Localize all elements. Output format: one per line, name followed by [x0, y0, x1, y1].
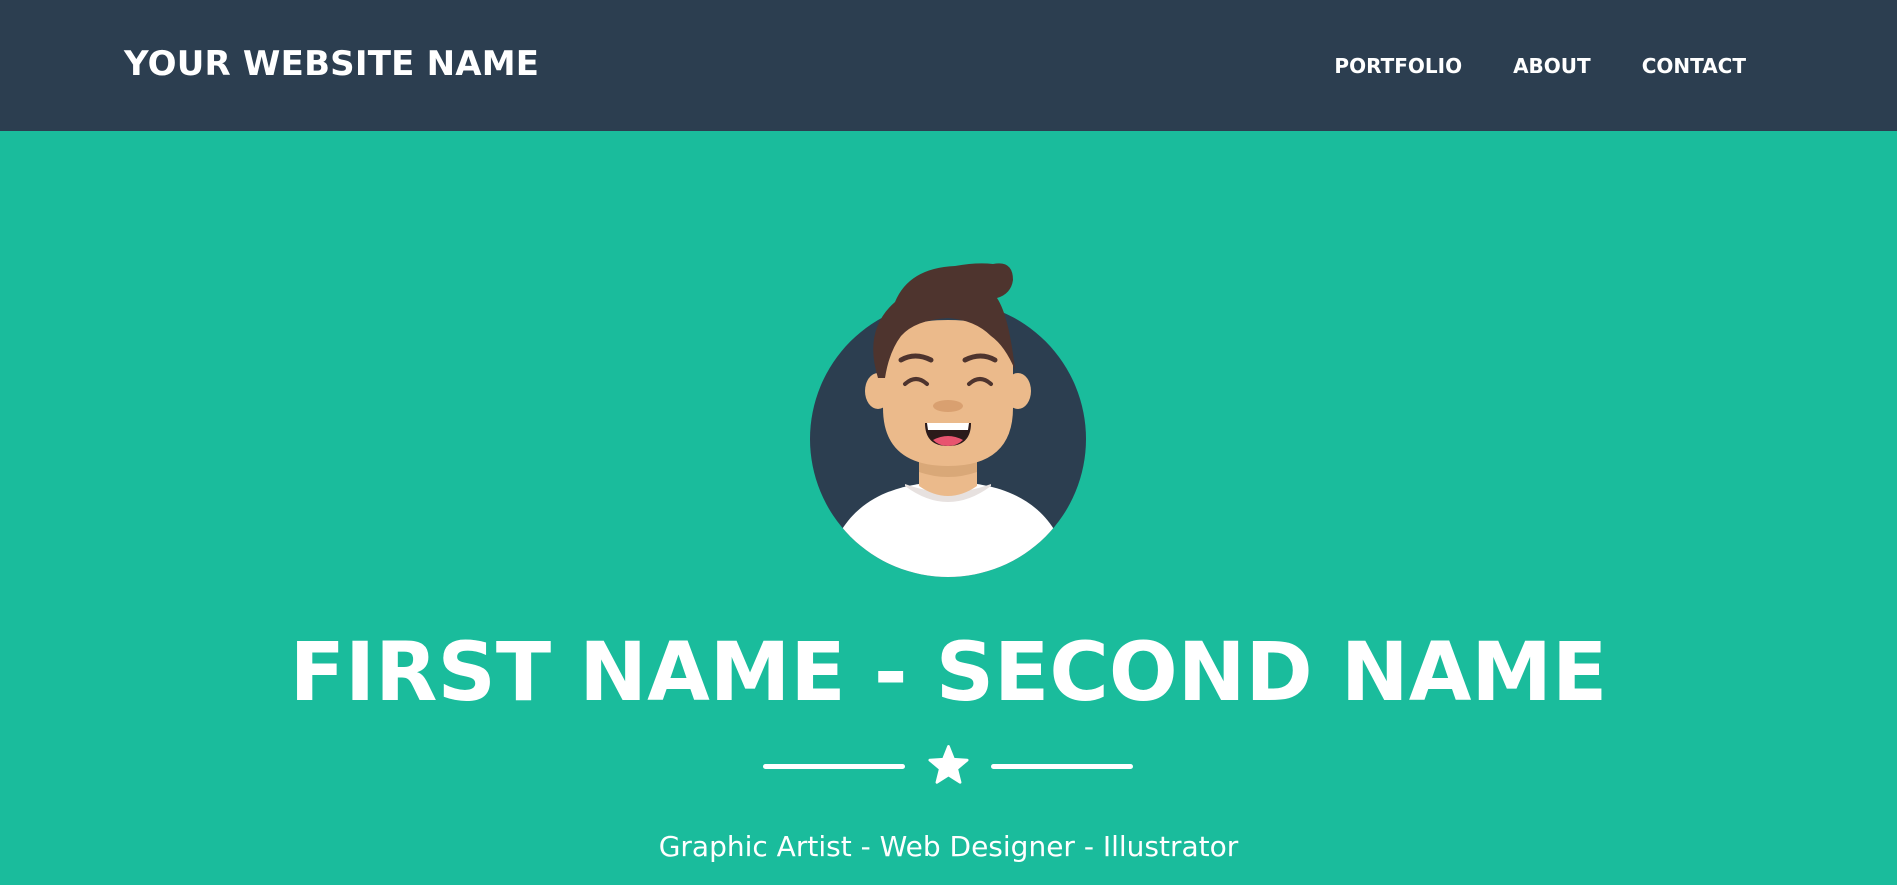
nav-link-contact[interactable]: CONTACT	[1642, 53, 1746, 79]
subtitle: Graphic Artist - Web Designer - Illustra…	[658, 830, 1239, 863]
divider-line-right	[991, 764, 1133, 769]
page-title: FIRST NAME - SECOND NAME	[289, 626, 1608, 720]
nav-link-about[interactable]: ABOUT	[1513, 53, 1591, 79]
star-divider	[763, 741, 1133, 791]
nav-link-portfolio[interactable]: PORTFOLIO	[1334, 53, 1462, 79]
star-icon	[928, 745, 969, 784]
nav-links: PORTFOLIO ABOUT CONTACT	[1334, 53, 1746, 79]
navbar: YOUR WEBSITE NAME PORTFOLIO ABOUT CONTAC…	[0, 0, 1897, 131]
avatar-illustration	[810, 263, 1086, 577]
brand-link[interactable]: YOUR WEBSITE NAME	[124, 42, 539, 86]
divider-line-left	[763, 764, 905, 769]
